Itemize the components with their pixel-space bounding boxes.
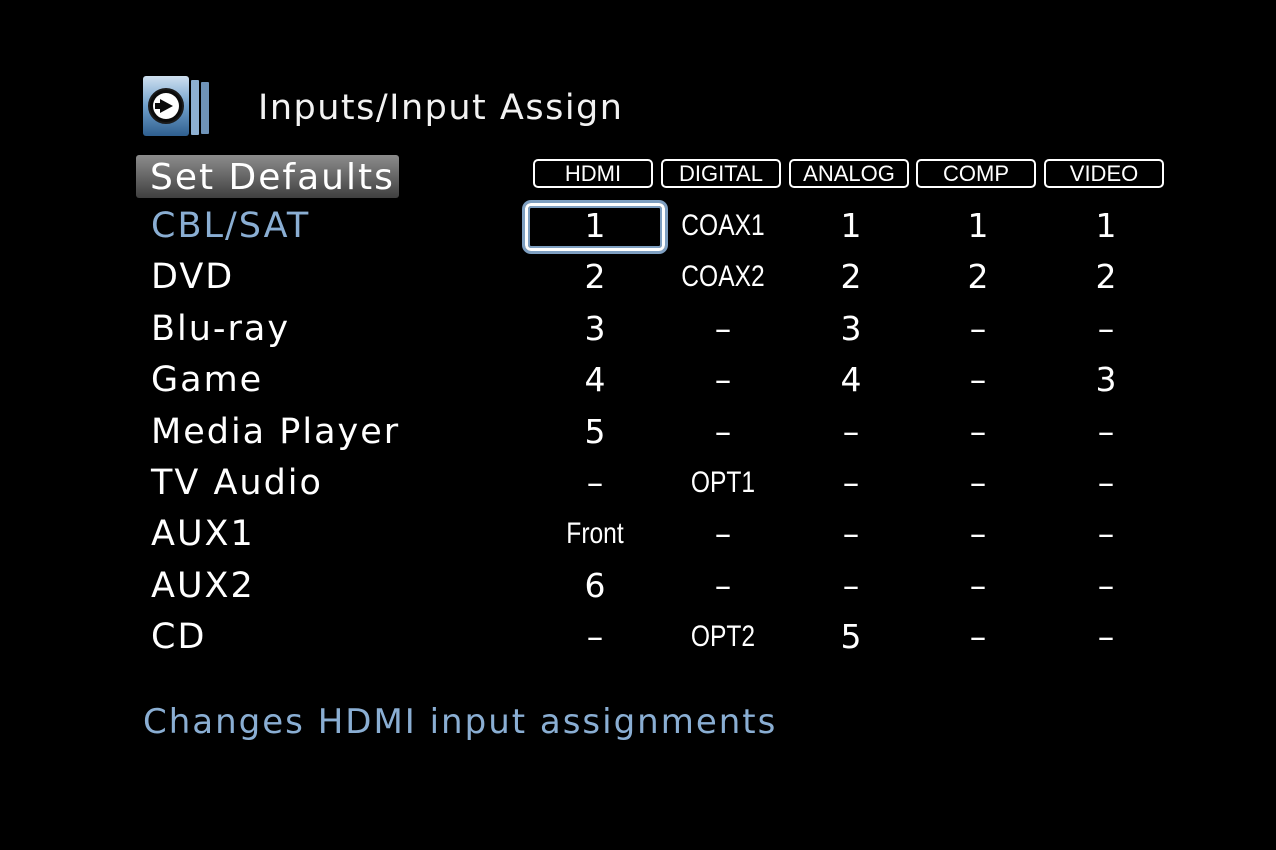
row-label-aux2[interactable]: AUX2 bbox=[151, 564, 255, 608]
cell-blu-ray-hdmi[interactable]: 3 bbox=[535, 307, 655, 351]
cell-tv-audio-analog[interactable]: – bbox=[791, 461, 911, 505]
cell-game-video[interactable]: 3 bbox=[1046, 358, 1166, 402]
cell-media-player-hdmi[interactable]: 5 bbox=[535, 410, 655, 454]
cell-aux1-hdmi[interactable]: Front bbox=[546, 512, 644, 556]
row-label-media-player[interactable]: Media Player bbox=[151, 410, 400, 454]
cell-cbl-sat-digital[interactable]: COAX1 bbox=[674, 204, 772, 248]
help-text: Changes HDMI input assignments bbox=[143, 702, 778, 742]
column-header-video: VIDEO bbox=[1044, 159, 1164, 188]
cell-aux1-analog[interactable]: – bbox=[791, 512, 911, 556]
column-header-comp: COMP bbox=[916, 159, 1036, 188]
cell-blu-ray-video[interactable]: – bbox=[1046, 307, 1166, 351]
row-label-cd[interactable]: CD bbox=[151, 615, 206, 659]
column-header-digital: DIGITAL bbox=[661, 159, 781, 188]
cell-dvd-comp[interactable]: 2 bbox=[918, 255, 1038, 299]
cell-media-player-digital[interactable]: – bbox=[663, 410, 783, 454]
cell-dvd-hdmi[interactable]: 2 bbox=[535, 255, 655, 299]
cell-blu-ray-comp[interactable]: – bbox=[918, 307, 1038, 351]
cell-media-player-video[interactable]: – bbox=[1046, 410, 1166, 454]
cell-cd-video[interactable]: – bbox=[1046, 615, 1166, 659]
cell-aux1-video[interactable]: – bbox=[1046, 512, 1166, 556]
row-label-blu-ray[interactable]: Blu-ray bbox=[151, 307, 290, 351]
cell-blu-ray-digital[interactable]: – bbox=[663, 307, 783, 351]
cell-blu-ray-analog[interactable]: 3 bbox=[791, 307, 911, 351]
cell-game-analog[interactable]: 4 bbox=[791, 358, 911, 402]
cell-tv-audio-video[interactable]: – bbox=[1046, 461, 1166, 505]
cell-aux2-hdmi[interactable]: 6 bbox=[535, 564, 655, 608]
column-header-analog: ANALOG bbox=[789, 159, 909, 188]
row-label-cbl-sat[interactable]: CBL/SAT bbox=[151, 204, 310, 248]
column-header-hdmi: HDMI bbox=[533, 159, 653, 188]
cell-aux2-video[interactable]: – bbox=[1046, 564, 1166, 608]
cell-aux1-comp[interactable]: – bbox=[918, 512, 1038, 556]
cell-cbl-sat-analog[interactable]: 1 bbox=[791, 204, 911, 248]
cell-aux2-analog[interactable]: – bbox=[791, 564, 911, 608]
cell-game-comp[interactable]: – bbox=[918, 358, 1038, 402]
cell-dvd-digital[interactable]: COAX2 bbox=[674, 255, 772, 299]
cell-cd-hdmi[interactable]: – bbox=[535, 615, 655, 659]
cell-tv-audio-hdmi[interactable]: – bbox=[535, 461, 655, 505]
cell-game-digital[interactable]: – bbox=[663, 358, 783, 402]
inputs-menu-icon bbox=[143, 76, 209, 136]
cell-aux2-comp[interactable]: – bbox=[918, 564, 1038, 608]
set-defaults-button[interactable]: Set Defaults bbox=[136, 155, 399, 198]
cell-tv-audio-digital[interactable]: OPT1 bbox=[674, 461, 772, 505]
cell-aux1-digital[interactable]: – bbox=[663, 512, 783, 556]
row-label-dvd[interactable]: DVD bbox=[151, 255, 234, 299]
cell-dvd-video[interactable]: 2 bbox=[1046, 255, 1166, 299]
cell-aux2-digital[interactable]: – bbox=[663, 564, 783, 608]
cell-media-player-comp[interactable]: – bbox=[918, 410, 1038, 454]
cell-dvd-analog[interactable]: 2 bbox=[791, 255, 911, 299]
cell-cbl-sat-hdmi[interactable]: 1 bbox=[535, 204, 655, 248]
page-title: Inputs/Input Assign bbox=[258, 88, 624, 128]
cell-cd-digital[interactable]: OPT2 bbox=[674, 615, 772, 659]
cell-media-player-analog[interactable]: – bbox=[791, 410, 911, 454]
cell-cbl-sat-comp[interactable]: 1 bbox=[918, 204, 1038, 248]
row-label-game[interactable]: Game bbox=[151, 358, 263, 402]
cell-tv-audio-comp[interactable]: – bbox=[918, 461, 1038, 505]
cell-game-hdmi[interactable]: 4 bbox=[535, 358, 655, 402]
cell-cd-comp[interactable]: – bbox=[918, 615, 1038, 659]
cell-cd-analog[interactable]: 5 bbox=[791, 615, 911, 659]
cell-cbl-sat-video[interactable]: 1 bbox=[1046, 204, 1166, 248]
row-label-aux1[interactable]: AUX1 bbox=[151, 512, 255, 556]
row-label-tv-audio[interactable]: TV Audio bbox=[151, 461, 323, 505]
